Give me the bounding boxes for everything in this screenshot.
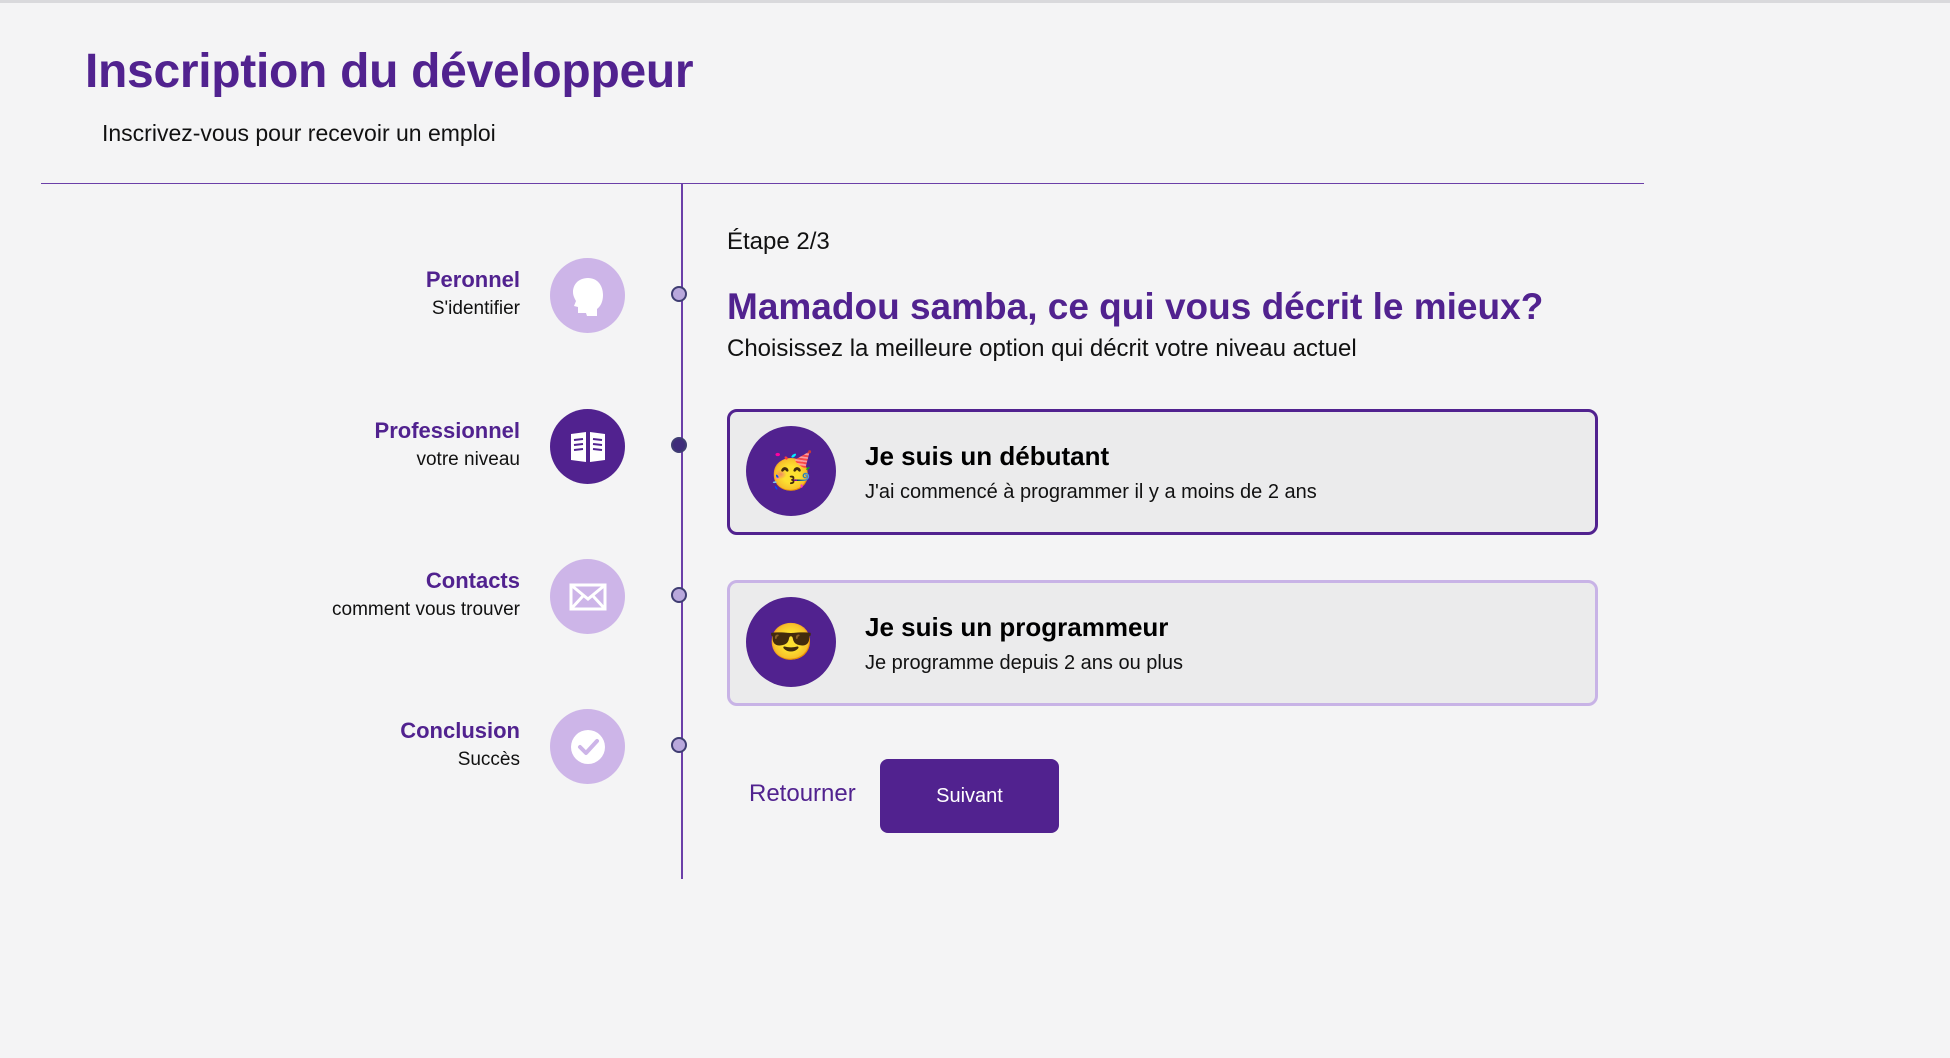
next-button[interactable]: Suivant xyxy=(880,759,1059,833)
top-border xyxy=(0,0,1950,3)
step-text: Peronnel S'identifier xyxy=(426,266,520,324)
step-name: Contacts xyxy=(425,568,520,593)
party-face-emoji-icon: 🥳 xyxy=(746,426,836,516)
option-description: J'ai commencé à programmer il y a moins … xyxy=(865,481,1317,503)
step-personnel[interactable]: Peronnel S'identifier xyxy=(0,258,700,338)
mail-icon xyxy=(550,559,625,634)
step-professionnel[interactable]: Professionnel votre niveau xyxy=(0,409,700,489)
option-title: Je suis un programmeur xyxy=(865,612,1169,642)
step-description: Succès xyxy=(457,749,520,770)
option-beginner[interactable]: 🥳 Je suis un débutant J'ai commencé à pr… xyxy=(727,409,1598,535)
step-text: Conclusion Succès xyxy=(400,717,520,775)
step-counter: Étape 2/3 xyxy=(727,228,830,255)
step-name: Conclusion xyxy=(400,718,520,743)
step-description: S'identifier xyxy=(431,298,520,319)
step-conclusion[interactable]: Conclusion Succès xyxy=(0,709,700,789)
page-header: Inscription du développeur Inscrivez-vou… xyxy=(85,44,694,146)
question-hint: Choisissez la meilleure option qui décri… xyxy=(727,335,1357,362)
check-icon xyxy=(550,709,625,784)
page-title: Inscription du développeur xyxy=(85,45,694,98)
timeline-dot-active xyxy=(671,437,687,453)
question-title: Mamadou samba, ce qui vous décrit le mie… xyxy=(727,286,1544,327)
step-name: Professionnel xyxy=(374,418,520,443)
option-programmer[interactable]: 😎 Je suis un programmeur Je programme de… xyxy=(727,580,1598,706)
back-link[interactable]: Retourner xyxy=(749,780,856,808)
book-icon xyxy=(550,409,625,484)
timeline-dot xyxy=(671,587,687,603)
step-text: Professionnel votre niveau xyxy=(375,417,520,475)
step-text: Contacts comment vous trouver xyxy=(332,567,520,625)
step-description: comment vous trouver xyxy=(332,599,520,620)
step-name: Peronnel xyxy=(425,267,520,292)
timeline-dot xyxy=(671,737,687,753)
option-description: Je programme depuis 2 ans ou plus xyxy=(865,652,1183,674)
page-subtitle: Inscrivez-vous pour recevoir un emploi xyxy=(102,120,496,146)
header-divider xyxy=(41,183,1644,184)
timeline-dot xyxy=(671,286,687,302)
head-icon xyxy=(550,258,625,333)
step-description: votre niveau xyxy=(416,449,520,470)
option-title: Je suis un débutant xyxy=(865,441,1110,471)
step-contacts[interactable]: Contacts comment vous trouver xyxy=(0,559,700,639)
sunglasses-face-emoji-icon: 😎 xyxy=(746,597,836,687)
